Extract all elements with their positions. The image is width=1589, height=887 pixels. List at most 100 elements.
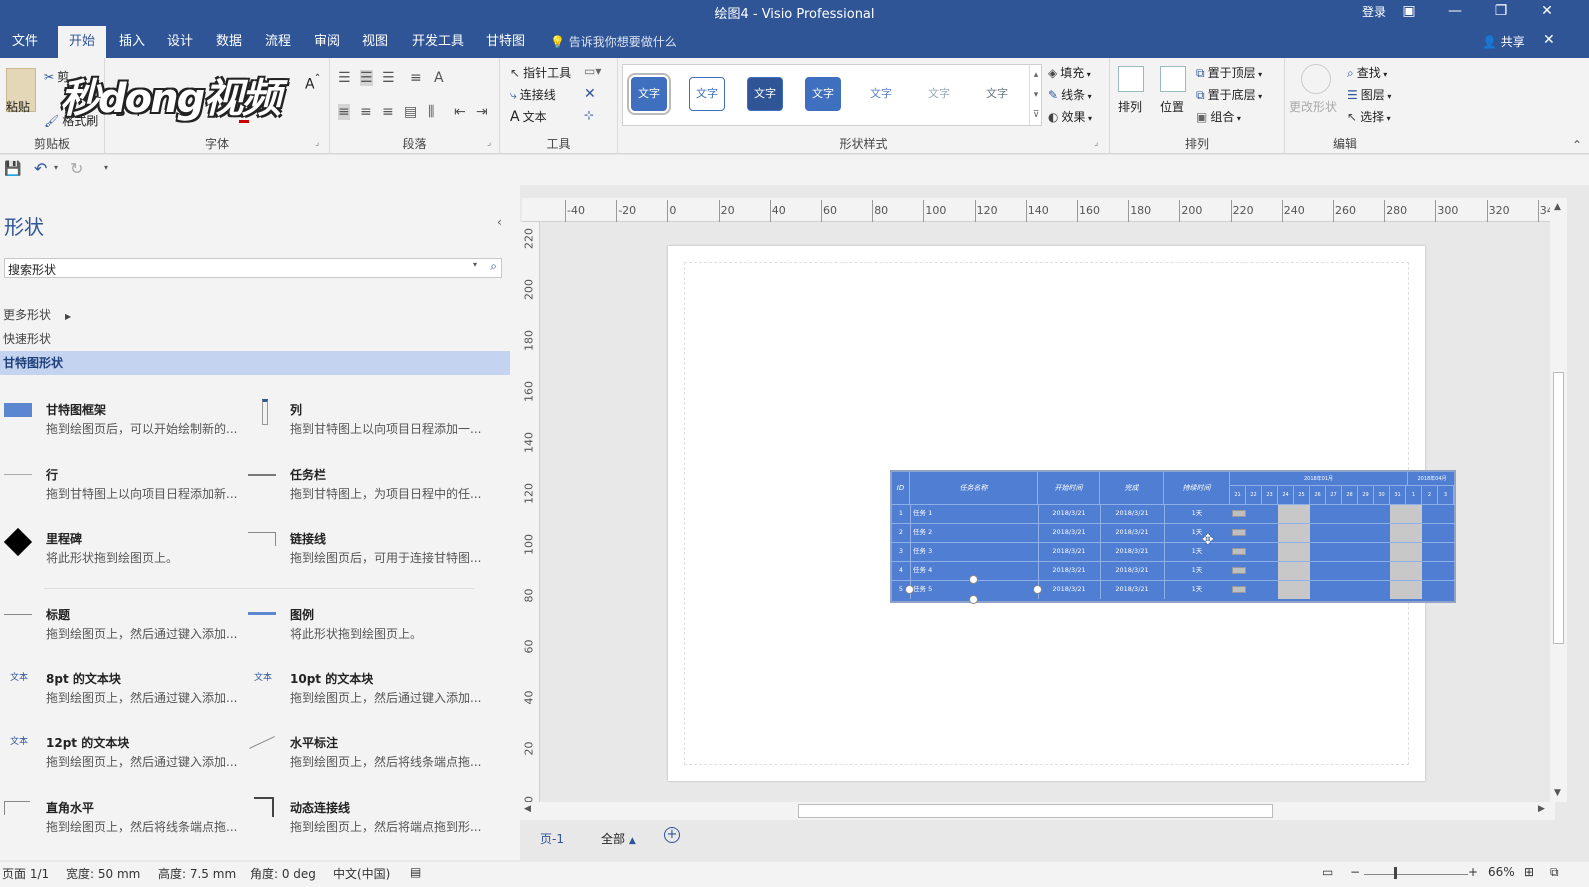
- shape-item[interactable]: 文本 12pt 的文本块 拖到绘图页上，然后通过键入添加...: [2, 730, 247, 778]
- shape-item[interactable]: 图例 将此形状拖到绘图页上。: [246, 602, 491, 650]
- style-swatch-7[interactable]: 文字: [979, 77, 1015, 111]
- menu-insert[interactable]: 插入: [117, 26, 147, 58]
- layers-button[interactable]: ☰ 图层 ▾: [1347, 86, 1391, 103]
- status-page[interactable]: 页面 1/1: [2, 865, 49, 882]
- menu-file[interactable]: 文件: [10, 26, 40, 58]
- presentation-mode-icon[interactable]: ▭: [1322, 865, 1333, 879]
- change-shape-button[interactable]: 更改形状: [1289, 98, 1337, 115]
- drawing-page[interactable]: ID 任务名称 开始时间 完成 持续时间 2018年01月 2018年04月 21 22 23 24…: [668, 246, 1456, 781]
- group-button[interactable]: ▣ 组合 ▾: [1196, 108, 1241, 125]
- style-swatch-4[interactable]: 文字: [805, 77, 841, 111]
- paste-button[interactable]: 粘贴: [6, 98, 30, 115]
- collapse-panel-icon[interactable]: ‹: [497, 215, 502, 229]
- menu-review[interactable]: 审阅: [312, 26, 342, 58]
- justify-icon[interactable]: ▤: [404, 104, 417, 120]
- maximize-icon[interactable]: ❐: [1478, 0, 1524, 24]
- minimize-icon[interactable]: —: [1432, 0, 1478, 24]
- customize-qat-icon[interactable]: ▾: [104, 163, 108, 172]
- vscroll-thumb[interactable]: [1553, 372, 1564, 644]
- bullets-icon[interactable]: ≡: [410, 70, 422, 86]
- shape-item[interactable]: 直角水平 拖到绘图页上，然后将线条端点拖...: [2, 795, 247, 843]
- send-to-back-button[interactable]: ⧉ 置于底层 ▾: [1196, 86, 1262, 103]
- menu-developer[interactable]: 开发工具: [410, 26, 466, 58]
- shape-item[interactable]: 链接线 拖到绘图页后，可用于连接甘特图...: [246, 526, 491, 574]
- collapse-ribbon-icon[interactable]: ⌃: [1572, 138, 1582, 152]
- bring-to-front-button[interactable]: ⧉ 置于顶层 ▾: [1196, 64, 1262, 81]
- share-button[interactable]: 👤 共享: [1482, 26, 1525, 58]
- arrange-button[interactable]: 排列: [1118, 98, 1142, 115]
- menu-gantt[interactable]: 甘特图: [484, 26, 527, 58]
- font-dialog-launcher-icon[interactable]: ⌟: [315, 138, 319, 148]
- align-bottom-icon[interactable]: ☰: [382, 70, 395, 86]
- all-pages-tab[interactable]: 全部 ▲: [601, 830, 636, 847]
- shape-item[interactable]: 水平标注 拖到绘图页上，然后将线条端点拖...: [246, 730, 491, 778]
- shape-item[interactable]: 行拖到甘特图上以向项目日程添加新...: [2, 462, 247, 510]
- search-icon[interactable]: ⌕: [490, 259, 497, 274]
- align-center-icon[interactable]: ≡: [360, 104, 372, 120]
- tell-me-search[interactable]: 💡 告诉我你想要做什么: [550, 26, 677, 58]
- align-top-icon[interactable]: ☰: [338, 70, 351, 86]
- fill-button[interactable]: ◈ 填充 ▾: [1048, 64, 1091, 81]
- vertical-scrollbar[interactable]: ▲ ▼: [1550, 200, 1567, 802]
- shapes-search-input[interactable]: 搜索形状 ▾ ⌕: [4, 258, 502, 278]
- redo-icon[interactable]: ↻: [70, 159, 83, 178]
- position-icon[interactable]: [1160, 66, 1186, 92]
- login-link[interactable]: 登录: [1362, 3, 1386, 20]
- zoom-out-icon[interactable]: −: [1350, 865, 1360, 879]
- find-button[interactable]: ⌕ 查找 ▾: [1347, 64, 1387, 81]
- scroll-down-icon[interactable]: ▼: [1554, 788, 1561, 798]
- effects-button[interactable]: ◐ 效果 ▾: [1048, 108, 1092, 125]
- add-page-icon[interactable]: +: [664, 827, 680, 843]
- hscroll-thumb[interactable]: [798, 804, 1273, 818]
- close-doc-icon[interactable]: ✕: [1543, 32, 1555, 48]
- save-icon[interactable]: 💾: [4, 161, 21, 177]
- shape-item[interactable]: 列拖到甘特图上以向项目日程添加一...: [246, 397, 491, 445]
- scroll-up-icon[interactable]: ▲: [1554, 202, 1561, 212]
- search-dropdown-icon[interactable]: ▾: [473, 260, 477, 269]
- menu-design[interactable]: 设计: [165, 26, 195, 58]
- style-swatch-5[interactable]: 文字: [863, 77, 899, 111]
- line-button[interactable]: ✎ 线条 ▾: [1048, 86, 1092, 103]
- arrange-icon[interactable]: [1118, 66, 1144, 92]
- zoom-level[interactable]: 66%: [1488, 865, 1515, 879]
- style-swatch-3[interactable]: 文字: [747, 77, 783, 111]
- menu-process[interactable]: 流程: [263, 26, 293, 58]
- style-swatch-6[interactable]: 文字: [921, 77, 957, 111]
- align-right-icon[interactable]: ≡: [382, 104, 394, 120]
- shape-item[interactable]: 文本 8pt 的文本块 拖到绘图页上，然后通过键入添加...: [2, 666, 247, 714]
- shape-item[interactable]: 动态连接线 拖到绘图页上，然后将端点拖到形...: [246, 795, 491, 843]
- horizontal-scrollbar[interactable]: ◀ ▶: [520, 802, 1555, 820]
- fit-page-icon[interactable]: ⊞: [1524, 865, 1534, 879]
- paragraph-dialog-launcher-icon[interactable]: ⌟: [487, 138, 491, 148]
- close-icon[interactable]: ✕: [1524, 0, 1570, 24]
- macro-record-icon[interactable]: ▤: [410, 865, 421, 879]
- style-swatch-2[interactable]: 文字: [689, 77, 725, 111]
- align-middle-icon[interactable]: ☰: [360, 70, 373, 86]
- increase-indent-icon[interactable]: ⇥: [476, 104, 488, 120]
- shape-item[interactable]: 文本 10pt 的文本块 拖到绘图页上，然后通过键入添加...: [246, 666, 491, 714]
- undo-icon[interactable]: ↶: [34, 159, 47, 178]
- change-shape-icon[interactable]: [1301, 64, 1331, 94]
- drawing-canvas[interactable]: ID 任务名称 开始时间 完成 持续时间 2018年01月 2018年04月 21 22 23 24…: [540, 222, 1550, 802]
- shape-item[interactable]: 任务栏 拖到甘特图上，为项目日程中的任...: [246, 462, 491, 510]
- shape-item[interactable]: 甘特图框架 拖到绘图页后，可以开始绘制新的...: [2, 397, 247, 445]
- position-button[interactable]: 位置: [1160, 98, 1184, 115]
- rectangle-tool-icon[interactable]: ▭▾: [584, 64, 601, 78]
- scroll-right-icon[interactable]: ▶: [1538, 804, 1545, 814]
- connector-button[interactable]: ⤷ 连接线: [510, 86, 556, 103]
- gantt-chart[interactable]: ID 任务名称 开始时间 完成 持续时间 2018年01月 2018年04月 21 22 23 24…: [890, 470, 1456, 604]
- menu-data[interactable]: 数据: [214, 26, 244, 58]
- select-button[interactable]: ↖ 选择 ▾: [1347, 108, 1391, 125]
- menu-view[interactable]: 视图: [360, 26, 390, 58]
- text-direction-icon[interactable]: A: [434, 70, 444, 86]
- undo-dropdown-icon[interactable]: ▾: [54, 163, 58, 172]
- scroll-left-icon[interactable]: ◀: [524, 804, 531, 814]
- zoom-slider-thumb[interactable]: [1394, 867, 1397, 879]
- distributed-icon[interactable]: ⫼: [428, 104, 434, 120]
- switch-windows-icon[interactable]: ⧉: [1550, 865, 1559, 880]
- more-shapes[interactable]: 更多形状 ▶: [0, 303, 510, 327]
- style-swatch-1[interactable]: 文字: [627, 73, 671, 115]
- gantt-shapes-stencil[interactable]: 甘特图形状: [0, 351, 510, 375]
- zoom-slider[interactable]: [1364, 874, 1468, 875]
- menu-home[interactable]: 开始: [58, 26, 107, 58]
